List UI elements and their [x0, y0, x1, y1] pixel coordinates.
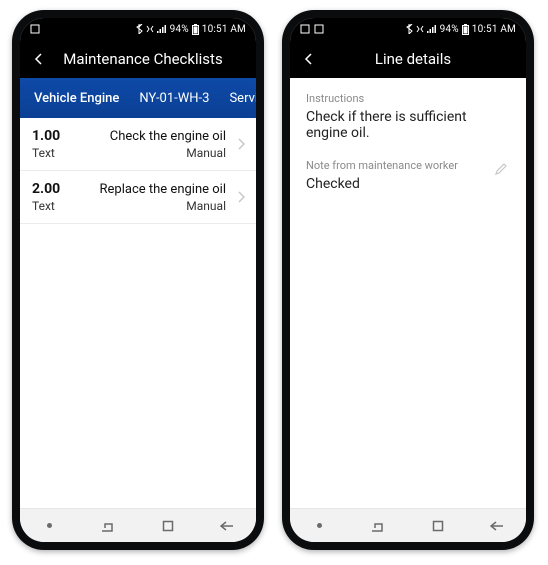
battery-icon	[192, 24, 199, 35]
signal-icon	[427, 25, 437, 33]
chevron-right-icon	[234, 138, 248, 150]
clock: 10:51 AM	[202, 24, 246, 35]
bluetooth-icon	[136, 24, 143, 34]
battery-icon	[462, 24, 469, 35]
page-title: Line details	[308, 50, 518, 68]
line-details-body: Instructions Check if there is sufficien…	[290, 78, 526, 508]
app-header: Maintenance Checklists	[20, 40, 256, 78]
notification-icon	[30, 24, 40, 34]
screen-left: 94% 10:51 AM Maintenance Checklists Vehi…	[20, 18, 256, 542]
bluetooth-icon	[406, 24, 413, 34]
row-title: Check the engine oil	[68, 129, 226, 144]
battery-pct: 94%	[170, 24, 189, 35]
page-title: Maintenance Checklists	[38, 50, 248, 68]
nav-home-button[interactable]	[423, 515, 453, 537]
phone-right: 94% 10:51 AM Line details Instructions C…	[282, 10, 534, 550]
row-mode: Manual	[68, 199, 226, 213]
row-number: 1.00	[32, 128, 60, 144]
tab-asset-id[interactable]: NY-01-WH-3	[129, 78, 219, 118]
nav-menu-dot[interactable]	[35, 515, 65, 537]
context-tabs: Vehicle Engine NY-01-WH-3 Service	[20, 78, 256, 118]
note-label: Note from maintenance worker	[306, 159, 486, 172]
nav-home-button[interactable]	[153, 515, 183, 537]
nav-back-button[interactable]	[212, 515, 242, 537]
nav-recent-button[interactable]	[364, 515, 394, 537]
chevron-right-icon	[234, 191, 248, 203]
instructions-field: Instructions Check if there is sufficien…	[306, 92, 510, 141]
phone-left: 94% 10:51 AM Maintenance Checklists Vehi…	[12, 10, 264, 550]
clock: 10:51 AM	[472, 24, 516, 35]
signal-icon	[157, 25, 167, 33]
vibrate-icon	[146, 24, 154, 34]
checklist-row[interactable]: 1.00 Text Check the engine oil Manual	[20, 118, 256, 171]
screen-right: 94% 10:51 AM Line details Instructions C…	[290, 18, 526, 542]
note-value: Checked	[306, 176, 486, 192]
note-field[interactable]: Note from maintenance worker Checked	[306, 159, 510, 192]
checklist-row[interactable]: 2.00 Text Replace the engine oil Manual	[20, 171, 256, 224]
row-mode: Manual	[68, 146, 226, 160]
row-number: 2.00	[32, 181, 60, 197]
battery-pct: 94%	[440, 24, 459, 35]
notification-icon	[300, 24, 310, 34]
row-title: Replace the engine oil	[68, 182, 226, 197]
tab-vehicle-engine[interactable]: Vehicle Engine	[24, 78, 129, 118]
status-bar: 94% 10:51 AM	[290, 18, 526, 40]
notification-icon	[314, 24, 324, 34]
row-type: Text	[32, 146, 60, 160]
vibrate-icon	[416, 24, 424, 34]
instructions-label: Instructions	[306, 92, 510, 105]
android-nav-bar	[20, 508, 256, 542]
status-bar: 94% 10:51 AM	[20, 18, 256, 40]
android-nav-bar	[290, 508, 526, 542]
tab-service[interactable]: Service	[219, 78, 256, 118]
row-type: Text	[32, 199, 60, 213]
pencil-icon[interactable]	[494, 161, 510, 180]
nav-menu-dot[interactable]	[305, 515, 335, 537]
nav-recent-button[interactable]	[94, 515, 124, 537]
nav-back-button[interactable]	[482, 515, 512, 537]
app-header: Line details	[290, 40, 526, 78]
checklist-list: 1.00 Text Check the engine oil Manual 2.…	[20, 118, 256, 508]
instructions-value: Check if there is sufficient engine oil.	[306, 109, 510, 141]
